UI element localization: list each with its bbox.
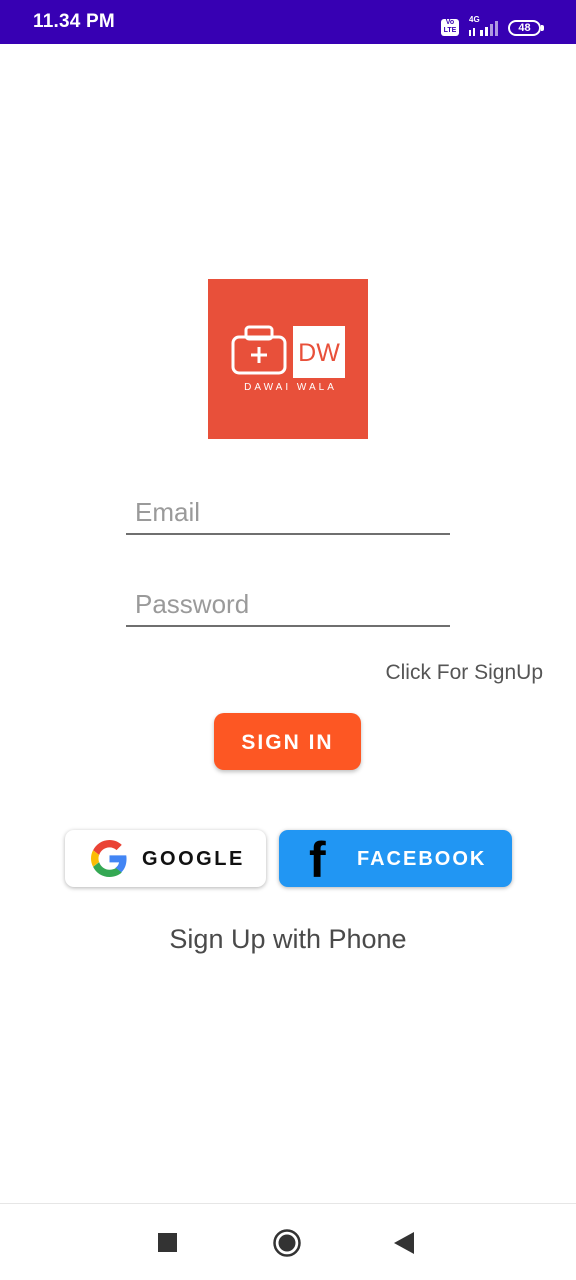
battery-icon: 48 [508, 20, 541, 36]
square-icon[interactable] [158, 1233, 178, 1253]
password-field-container [126, 583, 450, 627]
facebook-signin-button[interactable]: f FACEBOOK [279, 830, 512, 887]
phone-signup-link[interactable]: Sign Up with Phone [0, 924, 576, 955]
battery-terminal [541, 25, 544, 31]
sign-in-button[interactable]: SIGN IN [214, 713, 361, 770]
google-label: GOOGLE [142, 848, 245, 870]
status-bar: 11.34 PM Vo LTE 4G 48 [0, 0, 576, 44]
google-signin-button[interactable]: GOOGLE [65, 830, 266, 887]
login-screen: 11.34 PM VoLTE 4G 48 DW DAWAI WALA Clic [0, 0, 576, 1280]
circle-icon[interactable] [272, 1228, 302, 1258]
google-icon [91, 840, 127, 877]
signal-icon [469, 21, 498, 36]
facebook-icon: f [309, 832, 326, 888]
signup-link[interactable]: Click For SignUp [385, 661, 543, 685]
facebook-label: FACEBOOK [357, 848, 487, 870]
triangle-back-icon[interactable] [394, 1232, 414, 1254]
status-time: 11.34 PM [33, 11, 115, 32]
volte-icon: Vo LTE [441, 19, 459, 36]
app-logo: DW DAWAI WALA [208, 279, 368, 439]
navigation-bar [0, 1203, 576, 1280]
password-input[interactable] [126, 583, 450, 625]
email-field-container [126, 491, 450, 535]
logo-initials: DW [293, 326, 345, 378]
email-input[interactable] [126, 491, 450, 533]
logo-name: DAWAI WALA [244, 382, 337, 393]
